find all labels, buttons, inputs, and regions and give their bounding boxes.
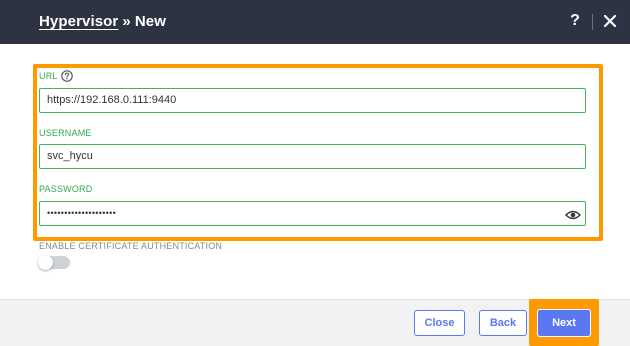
credentials-highlight-frame xyxy=(33,64,603,241)
title-breadcrumb-hypervisor[interactable]: Hypervisor xyxy=(39,13,118,30)
back-button[interactable]: Back xyxy=(479,310,527,336)
title-separator: » xyxy=(122,13,131,30)
hypervisor-new-dialog: Hypervisor» New ? URL https://192.168.0.1… xyxy=(0,0,630,346)
next-button[interactable]: Next xyxy=(537,309,591,337)
title-page-name: New xyxy=(134,13,166,30)
close-button[interactable]: Close xyxy=(414,310,465,336)
close-x-icon[interactable] xyxy=(600,11,620,31)
certificate-auth-label: ENABLE CERTIFICATE AUTHENTICATION xyxy=(39,241,223,251)
question-mark-icon[interactable]: ? xyxy=(567,11,583,31)
title-bar-divider xyxy=(592,14,593,30)
dialog-title-bar: Hypervisor» New ? xyxy=(0,0,630,44)
toggle-knob xyxy=(38,255,53,270)
dialog-title: Hypervisor» New xyxy=(39,13,166,30)
certificate-auth-toggle[interactable] xyxy=(38,255,70,270)
